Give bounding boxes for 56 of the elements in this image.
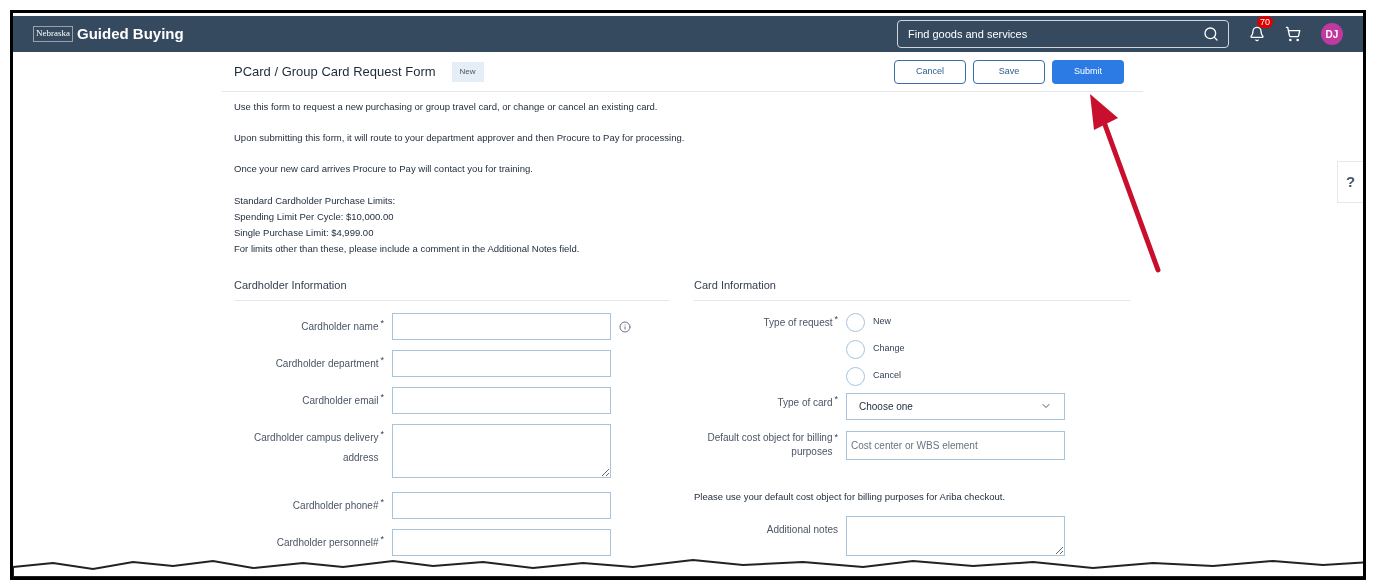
avatar[interactable]: DJ bbox=[1321, 23, 1343, 45]
form-button[interactable]: Save bbox=[973, 59, 1045, 84]
billing-note: Please use your default cost object for billing purposes for Ariba checkout. bbox=[694, 489, 1007, 504]
input-field[interactable] bbox=[392, 386, 611, 414]
field-label: Type of card bbox=[777, 395, 833, 410]
limits-text: Single Purchase Limit: $4,999.00 bbox=[234, 226, 375, 240]
search-icon[interactable] bbox=[1203, 26, 1219, 42]
logo: Nebraska bbox=[33, 26, 73, 42]
limits-text: Standard Cardholder Purchase Limits: bbox=[234, 194, 397, 208]
input-field[interactable] bbox=[392, 491, 611, 519]
notification-badge: 70 bbox=[1257, 16, 1273, 28]
required-mark: * bbox=[380, 390, 384, 404]
required-mark: * bbox=[380, 495, 384, 509]
field-label: Default cost object for billing purposes bbox=[706, 430, 833, 459]
textarea-field[interactable] bbox=[392, 423, 611, 478]
cost-object-field[interactable]: Cost center or WBS element bbox=[846, 430, 1065, 460]
bell-icon[interactable] bbox=[1249, 26, 1265, 42]
intro-text: Upon submitting this form, it will route to your department approver and then Procure to Pay for processing. bbox=[234, 131, 686, 145]
input-field[interactable] bbox=[392, 528, 611, 556]
section-heading: Card Information bbox=[694, 277, 1130, 301]
status-tag: New bbox=[451, 61, 484, 82]
required-mark: * bbox=[834, 430, 838, 444]
required-mark: * bbox=[380, 427, 384, 441]
radio-label[interactable]: Change bbox=[873, 342, 905, 356]
field-label: Cardholder personnel# bbox=[276, 535, 379, 550]
radio-label[interactable]: New bbox=[873, 315, 891, 329]
field-label: Additional notes bbox=[766, 522, 838, 537]
section-heading: Cardholder Information bbox=[234, 277, 670, 301]
field-label: Cardholder campus delivery address bbox=[252, 430, 379, 465]
field-label: Cardholder department bbox=[275, 356, 379, 371]
card-type-select[interactable]: Choose one bbox=[846, 392, 1065, 420]
help-button[interactable]: ? bbox=[1337, 161, 1363, 203]
limits-text: For limits other than these, please include a comment in the Additional Notes field. bbox=[234, 242, 581, 256]
info-icon[interactable] bbox=[619, 320, 631, 333]
required-mark: * bbox=[834, 312, 838, 326]
search-field[interactable]: Find goods and services bbox=[897, 20, 1229, 48]
cart-icon[interactable] bbox=[1285, 26, 1301, 42]
field-label: Cardholder name bbox=[301, 319, 379, 334]
limits-text: Spending Limit Per Cycle: $10,000.00 bbox=[234, 210, 395, 224]
app-title: Guided Buying bbox=[77, 23, 184, 44]
radio-label[interactable]: Cancel bbox=[873, 369, 901, 383]
required-mark: * bbox=[380, 316, 384, 330]
required-mark: * bbox=[834, 392, 838, 406]
input-field[interactable] bbox=[392, 349, 611, 377]
form-button[interactable]: Cancel bbox=[894, 59, 966, 84]
field-label: Cardholder email bbox=[302, 393, 379, 408]
textarea-field[interactable] bbox=[846, 515, 1065, 556]
required-mark: * bbox=[380, 353, 384, 367]
field-label: Type of request bbox=[763, 315, 833, 330]
submit-button[interactable]: Submit bbox=[1052, 59, 1124, 84]
intro-text: Use this form to request a new purchasing or group travel card, or change or cancel an existing card. bbox=[234, 100, 659, 114]
required-mark: * bbox=[380, 532, 384, 546]
field-label: Cardholder phone# bbox=[292, 498, 379, 513]
intro-text: Once your new card arrives Procure to Pay will contact you for training. bbox=[234, 162, 534, 176]
input-field[interactable] bbox=[392, 312, 611, 340]
form-title: PCard / Group Card Request Form bbox=[234, 62, 436, 81]
